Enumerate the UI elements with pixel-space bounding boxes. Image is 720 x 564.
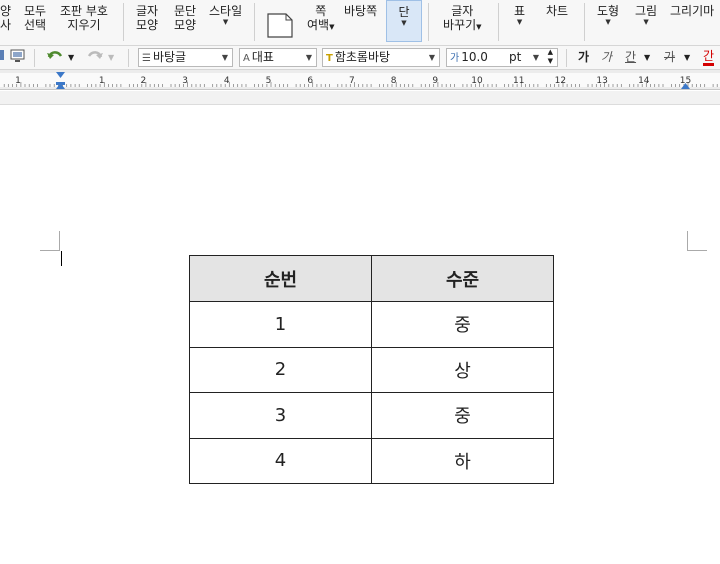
redo-icon[interactable]: [86, 48, 104, 69]
underline-button[interactable]: 간: [625, 49, 636, 66]
ribbon-separator: [428, 3, 429, 41]
ruler-number: 2: [141, 76, 147, 86]
ribbon-separator: [584, 3, 585, 41]
table-header-row: 순번 수준: [189, 255, 554, 302]
style-select[interactable]: ☰ 바탕글 ▼: [138, 48, 233, 67]
table-cell[interactable]: 상: [371, 346, 554, 393]
char-shape-button[interactable]: 글자 모양: [136, 4, 158, 32]
toolbar-separator: [566, 49, 567, 67]
language-select[interactable]: A 대표 ▼: [239, 48, 317, 67]
chevron-down-icon: ▼: [516, 18, 523, 26]
format-toolbar: ▼ ▼ ☰ 바탕글 ▼ A 대표 ▼ T 함초롬바탕 ▼ 가 10.0 pt ▼ ▲ ▼ …: [0, 46, 720, 70]
font-color-button[interactable]: 간: [703, 49, 715, 66]
chevron-down-icon[interactable]: ▼: [68, 49, 74, 66]
page-corner-mark: [687, 231, 707, 251]
horizontal-ruler[interactable]: 1 1 2 3 4 5 6 7 8 9 10 11 12 13 14 15: [0, 70, 720, 90]
table-cell[interactable]: 2: [189, 346, 372, 393]
table-header-cell[interactable]: 순번: [189, 255, 372, 302]
column-button[interactable]: 단 ▼: [386, 0, 422, 42]
toolbar-separator: [128, 49, 129, 67]
ruler-number: 11: [513, 76, 524, 86]
page-icon[interactable]: [266, 12, 294, 38]
page-corner-mark: [40, 231, 60, 251]
clear-marks-button[interactable]: 조판 부호 지우기: [60, 4, 108, 32]
chevron-down-icon: ▼: [643, 18, 649, 26]
left-margin-marker-icon[interactable]: [56, 82, 65, 85]
chart-button[interactable]: 차트: [546, 4, 568, 18]
page-gap: [0, 91, 720, 105]
table-cell[interactable]: 중: [371, 301, 554, 348]
ruler-scale: 1 1 2 3 4 5 6 7 8 9 10 11 12 13 14 15: [0, 72, 720, 89]
ruler-number: 3: [182, 76, 188, 86]
chevron-down-icon: ▼: [305, 53, 312, 62]
spinner-icon[interactable]: ▲ ▼: [548, 49, 553, 66]
drawing-button[interactable]: 그리기마: [670, 4, 714, 18]
table-button[interactable]: 표 ▼: [514, 4, 525, 27]
ruler-number: 7: [349, 76, 355, 86]
page-margin-button[interactable]: 쪽 여백▼: [307, 4, 334, 34]
table-header-cell[interactable]: 수준: [371, 255, 554, 302]
toolbar-separator: [34, 49, 35, 67]
ruler-number: 1: [15, 76, 21, 86]
chevron-down-icon: ▼: [221, 53, 228, 62]
chevron-down-icon: ▼: [329, 23, 335, 31]
ribbon-separator: [123, 3, 124, 41]
para-shape-button[interactable]: 문단 모양: [174, 4, 196, 32]
font-select[interactable]: T 함초롬바탕 ▼: [322, 48, 440, 67]
ruler-number: 10: [471, 76, 483, 86]
chevron-down-icon: ▼: [532, 53, 539, 62]
shape-button[interactable]: 도형 ▼: [597, 4, 619, 27]
style-button[interactable]: 스타일 ▼: [209, 4, 242, 27]
ruler-number: 14: [638, 76, 650, 86]
chevron-down-icon: ▼: [605, 18, 611, 26]
table-cell[interactable]: 하: [371, 437, 554, 484]
chevron-down-icon[interactable]: ▼: [684, 49, 690, 66]
chevron-down-icon: ▼: [401, 19, 407, 27]
select-all-button[interactable]: 모두 선택: [24, 4, 46, 32]
ruler-number: 12: [555, 76, 566, 86]
chevron-down-icon[interactable]: ▼: [644, 49, 650, 66]
font-size-icon: 가: [450, 53, 460, 64]
bold-button[interactable]: 가: [578, 49, 589, 66]
square-icon[interactable]: [0, 48, 6, 67]
ribbon-separator: [254, 3, 255, 41]
monitor-icon[interactable]: [10, 48, 26, 69]
ruler-number: 13: [596, 76, 607, 86]
ruler-number: 8: [391, 76, 397, 86]
ruler-number: 5: [266, 76, 272, 86]
font-size-field[interactable]: 가 10.0 pt ▼ ▲ ▼: [446, 48, 558, 67]
chevron-down-icon: ▼: [476, 23, 482, 31]
table-cell[interactable]: 중: [371, 392, 554, 439]
table-cell[interactable]: 4: [189, 437, 372, 484]
table-cell[interactable]: 1: [189, 301, 372, 348]
paragraph-style-icon: ☰: [142, 53, 151, 64]
chevron-down-icon[interactable]: ▼: [108, 49, 114, 66]
italic-button[interactable]: 가: [601, 49, 612, 66]
text-cursor: [61, 251, 62, 266]
ruler-number: 4: [224, 76, 230, 86]
ruler-number: 9: [432, 76, 438, 86]
column-button-label-wrap: 단 ▼: [387, 5, 421, 28]
language-icon: A: [243, 53, 250, 64]
strikethrough-button[interactable]: 가: [664, 49, 675, 66]
ribbon-separator: [498, 3, 499, 41]
table-row: 2 상: [189, 346, 554, 393]
document-canvas[interactable]: 순번 수준 1 중 2 상 3 중 4 하: [0, 91, 720, 564]
ribbon-toolbar: 양 사 모두 선택 조판 부호 지우기 글자 모양 문단 모양 스타일 ▼ 쪽 …: [0, 0, 720, 46]
char-change-button[interactable]: 글자 바꾸기▼: [443, 4, 482, 34]
chevron-down-icon: ▼: [428, 53, 435, 62]
table-cell[interactable]: 3: [189, 392, 372, 439]
grade-table[interactable]: 순번 수준 1 중 2 상 3 중 4 하: [189, 255, 554, 484]
table-row: 3 중: [189, 392, 554, 439]
picture-button[interactable]: 그림 ▼: [635, 4, 657, 27]
table-row: 4 하: [189, 437, 554, 484]
table-row: 1 중: [189, 301, 554, 348]
ruler-number: 1: [99, 76, 105, 86]
style-copy-button[interactable]: 양 사: [0, 4, 11, 32]
ruler-number: 6: [307, 76, 313, 86]
undo-icon[interactable]: [46, 48, 64, 69]
background-page-button[interactable]: 바탕쪽: [344, 4, 377, 18]
chevron-down-icon: ▼: [222, 18, 229, 26]
font-icon: T: [326, 53, 333, 64]
